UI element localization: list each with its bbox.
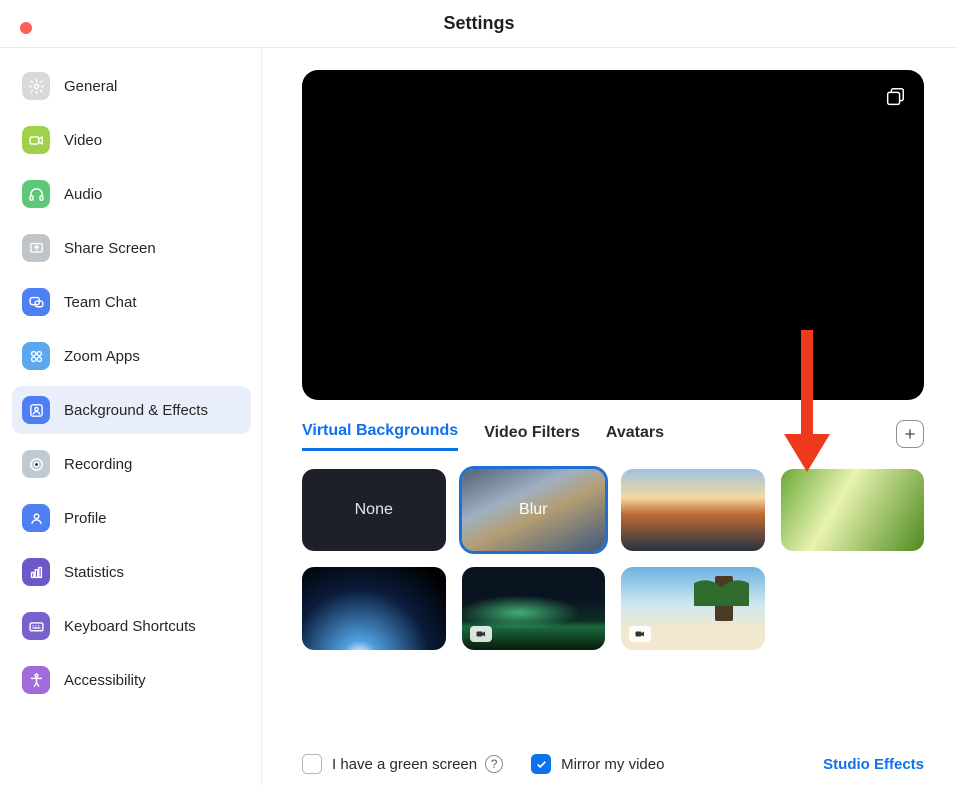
sidebar-item-label: Recording <box>64 456 132 473</box>
video-badge-icon <box>470 626 492 642</box>
headphones-icon <box>22 180 50 208</box>
close-window-dot[interactable] <box>20 22 32 34</box>
record-icon <box>22 450 50 478</box>
greenscreen-checkbox[interactable]: I have a green screen ? <box>302 754 503 774</box>
sidebar-item-profile[interactable]: Profile <box>12 494 251 542</box>
sidebar-item-general[interactable]: General <box>12 62 251 110</box>
a11y-icon <box>22 666 50 694</box>
sidebar-item-share[interactable]: Share Screen <box>12 224 251 272</box>
video-icon <box>22 126 50 154</box>
sidebar-item-shortcuts[interactable]: Keyboard Shortcuts <box>12 602 251 650</box>
sidebar-item-label: Share Screen <box>64 240 156 257</box>
background-tile-earth[interactable] <box>302 567 446 649</box>
sidebar-item-zoomapps[interactable]: Zoom Apps <box>12 332 251 380</box>
background-tile-grass[interactable] <box>781 469 925 551</box>
sidebar-item-label: Accessibility <box>64 672 146 689</box>
add-background-button[interactable] <box>896 420 924 448</box>
sidebar-item-stats[interactable]: Statistics <box>12 548 251 596</box>
help-icon[interactable]: ? <box>485 755 503 773</box>
sidebar-item-label: Video <box>64 132 102 149</box>
chat-icon <box>22 288 50 316</box>
sidebar-item-label: Zoom Apps <box>64 348 140 365</box>
sidebar-item-teamchat[interactable]: Team Chat <box>12 278 251 326</box>
background-tile-aurora[interactable] <box>462 567 606 649</box>
keyboard-icon <box>22 612 50 640</box>
sidebar-item-label: Statistics <box>64 564 124 581</box>
video-badge-icon <box>629 626 651 642</box>
tab-virtual-backgrounds[interactable]: Virtual Backgrounds <box>302 422 458 451</box>
person-box-icon <box>22 396 50 424</box>
background-tile-blur[interactable]: Blur <box>462 469 606 551</box>
sidebar-item-label: General <box>64 78 117 95</box>
video-preview <box>302 70 924 400</box>
background-tile-none[interactable]: None <box>302 469 446 551</box>
titlebar: Settings <box>0 0 958 48</box>
user-icon <box>22 504 50 532</box>
sidebar-item-label: Audio <box>64 186 102 203</box>
sidebar-item-a11y[interactable]: Accessibility <box>12 656 251 704</box>
studio-effects-link[interactable]: Studio Effects <box>823 756 924 773</box>
background-tile-bridge[interactable] <box>621 469 765 551</box>
sidebar-item-label: Keyboard Shortcuts <box>64 618 196 635</box>
tab-video-filters[interactable]: Video Filters <box>484 424 580 450</box>
settings-sidebar: General Video Audio Share Screen Team Chat Zo… <box>0 48 262 786</box>
apps-icon <box>22 342 50 370</box>
greenscreen-label: I have a green screen <box>332 756 477 773</box>
background-tile-label: None <box>355 501 393 519</box>
background-tile-beach[interactable] <box>621 567 765 649</box>
rotate-camera-button[interactable] <box>884 86 906 108</box>
tab-avatars[interactable]: Avatars <box>606 424 664 450</box>
mirror-label: Mirror my video <box>561 756 664 773</box>
bottom-options: I have a green screen ? Mirror my video … <box>302 754 924 774</box>
content-area: General Video Audio Share Screen Team Chat Zo… <box>0 48 958 786</box>
sidebar-item-label: Background & Effects <box>64 402 208 419</box>
sidebar-item-video[interactable]: Video <box>12 116 251 164</box>
sidebar-item-label: Team Chat <box>64 294 137 311</box>
effects-tabs: Virtual Backgrounds Video Filters Avatars <box>302 422 924 451</box>
sidebar-item-label: Profile <box>64 510 107 527</box>
mirror-checkbox[interactable]: Mirror my video <box>531 754 664 774</box>
sidebar-item-bgfx[interactable]: Background & Effects <box>12 386 251 434</box>
main-panel: Virtual BackgroundsVideo FiltersAvatars … <box>262 48 958 786</box>
gear-icon <box>22 72 50 100</box>
share-icon <box>22 234 50 262</box>
background-tile-label: Blur <box>519 501 547 519</box>
window-title: Settings <box>443 13 514 34</box>
sidebar-item-audio[interactable]: Audio <box>12 170 251 218</box>
background-grid: None Blur <box>302 469 924 650</box>
sidebar-item-recording[interactable]: Recording <box>12 440 251 488</box>
stats-icon <box>22 558 50 586</box>
